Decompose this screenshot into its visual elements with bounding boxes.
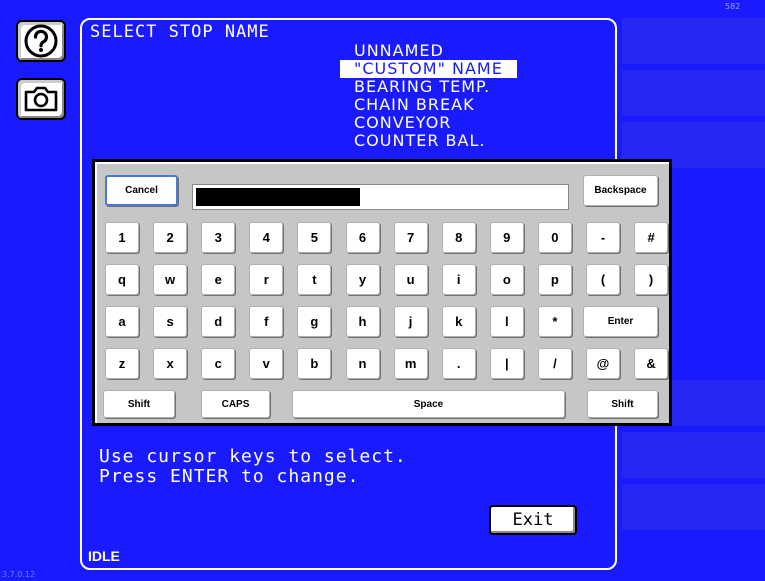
enter-key[interactable]: Enter — [583, 306, 658, 337]
keyboard-key[interactable]: @ — [586, 348, 620, 379]
onscreen-keyboard: Cancel Backspace 1 2 3 4 5 6 7 8 9 0- # qwertyuiop… — [92, 159, 672, 426]
text-entry-field[interactable] — [192, 184, 569, 210]
strip-band — [622, 432, 765, 478]
strip-band — [622, 18, 765, 64]
shift-right-key[interactable]: Shift — [587, 390, 658, 418]
keyboard-key[interactable]: 8 — [441, 222, 476, 253]
page-title: SELECT STOP NAME — [90, 22, 270, 42]
exit-button[interactable]: Exit — [489, 505, 577, 535]
keyboard-key[interactable]: s — [153, 306, 188, 337]
keyboard-key[interactable]: b — [297, 348, 332, 379]
keyboard-key[interactable]: 1 — [105, 222, 139, 253]
keyboard-key[interactable]: v — [249, 348, 284, 379]
keyboard-key[interactable]: n — [345, 348, 380, 379]
backspace-key[interactable]: Backspace — [583, 175, 658, 206]
keyboard-key[interactable]: l — [489, 306, 524, 337]
keyboard-key[interactable]: . — [441, 348, 476, 379]
strip-band — [622, 484, 765, 530]
keyboard-key[interactable]: i — [441, 264, 476, 295]
keyboard-key[interactable]: - — [586, 222, 620, 253]
help-button[interactable] — [16, 20, 66, 62]
keyboard-key[interactable]: c — [201, 348, 236, 379]
keyboard-key[interactable]: u — [393, 264, 428, 295]
list-item[interactable]: UNNAMED — [340, 42, 517, 60]
keyboard-key[interactable]: j — [393, 306, 428, 337]
keyboard-key[interactable]: e — [201, 264, 236, 295]
shift-left-key[interactable]: Shift — [103, 390, 175, 418]
keyboard-key[interactable]: a — [105, 306, 139, 337]
corner-tag: 582 — [725, 2, 741, 11]
keyboard-key[interactable]: z — [105, 348, 139, 379]
keyboard-key[interactable]: 2 — [153, 222, 188, 253]
status-label: IDLE — [88, 548, 120, 564]
keyboard-key[interactable]: 5 — [297, 222, 332, 253]
keyboard-key[interactable]: r — [249, 264, 284, 295]
keyboard-key[interactable]: 3 — [201, 222, 236, 253]
keyboard-key[interactable]: m — [393, 348, 428, 379]
screenshot-button[interactable] — [16, 78, 66, 120]
keyboard-key[interactable]: # — [634, 222, 669, 253]
keyboard-key[interactable]: ) — [634, 264, 669, 295]
keyboard-key[interactable]: 9 — [489, 222, 524, 253]
keyboard-key[interactable]: o — [489, 264, 524, 295]
keyboard-key[interactable]: f — [249, 306, 284, 337]
keyboard-key[interactable]: y — [345, 264, 380, 295]
keyboard-key[interactable]: ( — [586, 264, 620, 295]
space-key[interactable]: Space — [292, 390, 565, 418]
keyboard-key[interactable]: k — [441, 306, 476, 337]
keyboard-key[interactable]: d — [201, 306, 236, 337]
keyboard-key[interactable]: g — [297, 306, 332, 337]
list-item[interactable]: CHAIN BREAK — [340, 96, 517, 114]
keyboard-key[interactable]: 4 — [249, 222, 284, 253]
strip-band — [622, 70, 765, 116]
list-item[interactable]: BEARING TEMP. — [340, 78, 517, 96]
list-item[interactable]: COUNTER BAL. — [340, 132, 517, 150]
camera-icon — [24, 86, 58, 112]
keyboard-key[interactable]: x — [153, 348, 188, 379]
version-label: 3.7.0.12 — [2, 570, 36, 579]
keyboard-key[interactable]: h — [345, 306, 380, 337]
instruction-text: Use cursor keys to select. Press ENTER t… — [99, 447, 407, 487]
entry-value — [196, 188, 360, 206]
keyboard-key[interactable]: t — [297, 264, 332, 295]
keyboard-key[interactable]: & — [634, 348, 669, 379]
instruction-line-2: Press ENTER to change. — [99, 466, 360, 487]
keyboard-key[interactable]: 0 — [537, 222, 572, 253]
instruction-line-1: Use cursor keys to select. — [99, 446, 407, 467]
keyboard-key[interactable]: 6 — [345, 222, 380, 253]
keyboard-key[interactable]: p — [537, 264, 572, 295]
keyboard-key[interactable]: q — [105, 264, 139, 295]
cancel-button[interactable]: Cancel — [105, 175, 178, 206]
keyboard-key[interactable]: * — [537, 306, 572, 337]
keyboard-key[interactable]: w — [153, 264, 188, 295]
stop-name-list: UNNAMED "CUSTOM" NAME BEARING TEMP. CHAI… — [340, 42, 517, 150]
list-item-selected[interactable]: "CUSTOM" NAME — [340, 60, 517, 78]
list-item[interactable]: CONVEYOR — [340, 114, 517, 132]
caps-lock-key[interactable]: CAPS — [201, 390, 270, 418]
question-mark-icon — [24, 24, 58, 58]
keyboard-key[interactable]: / — [537, 348, 572, 379]
keyboard-key[interactable]: | — [489, 348, 524, 379]
keyboard-key[interactable]: 7 — [393, 222, 428, 253]
